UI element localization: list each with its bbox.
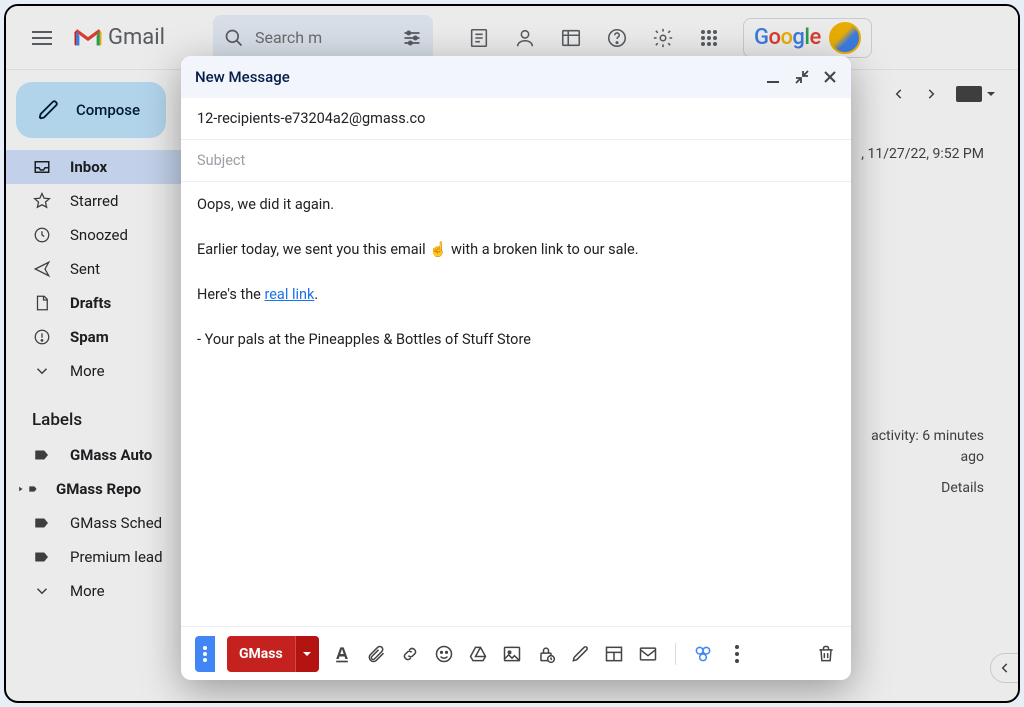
label-icon	[32, 547, 52, 567]
gmail-wordmark: Gmail	[108, 25, 165, 50]
image-icon[interactable]	[501, 643, 523, 665]
account-activity: activity: 6 minutesago	[871, 426, 984, 468]
template-icon[interactable]	[603, 643, 625, 665]
label-icon	[32, 445, 52, 465]
confidential-icon[interactable]	[535, 643, 557, 665]
header-extension-icons	[459, 18, 729, 58]
clock-icon	[32, 225, 52, 245]
close-icon[interactable]	[823, 70, 837, 84]
to-field[interactable]: 12-recipients-e73204a2@gmass.co	[181, 98, 851, 140]
chevron-left-icon[interactable]	[892, 87, 906, 101]
gmass-send-button[interactable]: GMass	[227, 636, 319, 672]
send-icon	[32, 259, 52, 279]
search-bar[interactable]	[213, 15, 433, 61]
emoji-icon[interactable]	[433, 643, 455, 665]
inbox-icon	[32, 157, 52, 177]
side-panel-toggle[interactable]	[990, 653, 1020, 683]
compose-button[interactable]: Compose	[16, 82, 166, 138]
caret-label-icon	[18, 479, 38, 499]
details-link[interactable]: Details	[941, 480, 984, 496]
drive-icon[interactable]	[467, 643, 489, 665]
search-input[interactable]	[255, 28, 335, 47]
drafts-icon	[32, 293, 52, 313]
avatar[interactable]	[829, 22, 861, 54]
subject-input[interactable]	[197, 152, 835, 169]
chevron-down-icon	[32, 581, 52, 601]
discard-icon[interactable]	[815, 643, 837, 665]
divider	[675, 643, 676, 665]
help-icon[interactable]	[597, 18, 637, 58]
chevron-right-icon[interactable]	[924, 87, 938, 101]
signature-icon[interactable]	[569, 643, 591, 665]
search-options-icon[interactable]	[401, 27, 423, 49]
point-up-emoji: ☝️	[429, 241, 447, 258]
attach-icon[interactable]	[365, 643, 387, 665]
label-icon	[32, 513, 52, 533]
link-icon[interactable]	[399, 643, 421, 665]
message-body[interactable]: Oops, we did it again. Earlier today, we…	[181, 182, 851, 626]
more-options-icon[interactable]	[726, 643, 748, 665]
ext-icon-1[interactable]	[459, 18, 499, 58]
menu-icon[interactable]	[18, 14, 66, 62]
ext-icon-2[interactable]	[505, 18, 545, 58]
apps-icon[interactable]	[689, 18, 729, 58]
format-icon[interactable]	[331, 643, 353, 665]
ext-icon-3[interactable]	[551, 18, 591, 58]
minimize-icon[interactable]	[767, 70, 781, 84]
subject-field[interactable]	[181, 140, 851, 182]
gmass-settings-icon[interactable]	[692, 643, 714, 665]
fullscreen-exit-icon[interactable]	[795, 70, 809, 84]
tracking-icon[interactable]	[637, 643, 659, 665]
spam-icon	[32, 327, 52, 347]
gmail-logo[interactable]: Gmail	[74, 25, 165, 50]
google-wordmark: Google	[754, 25, 821, 50]
keyboard-icon	[956, 86, 982, 102]
input-tools[interactable]	[956, 86, 996, 102]
gmass-menu-button[interactable]	[195, 636, 215, 672]
real-link[interactable]: real link	[264, 286, 314, 303]
compose-label: Compose	[76, 101, 140, 119]
compose-header[interactable]: New Message	[181, 56, 851, 98]
compose-toolbar: GMass	[181, 626, 851, 680]
message-timestamp: , 11/27/22, 9:52 PM	[861, 146, 984, 162]
chevron-down-icon	[32, 361, 52, 381]
compose-window: New Message 12-recipients-e73204a2@gmass…	[181, 56, 851, 680]
settings-icon[interactable]	[643, 18, 683, 58]
compose-title: New Message	[195, 68, 290, 86]
star-icon	[32, 191, 52, 211]
list-controls	[892, 86, 996, 102]
search-icon	[223, 27, 245, 49]
gmass-dropdown-icon[interactable]	[295, 636, 319, 672]
google-account-chip[interactable]: Google	[743, 18, 872, 58]
